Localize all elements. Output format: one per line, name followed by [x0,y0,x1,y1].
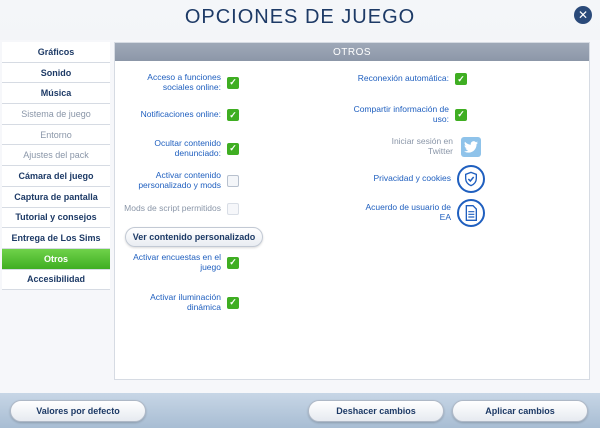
document-icon[interactable] [457,199,485,227]
close-button[interactable]: ✕ [574,6,592,24]
option-ea-agreement: Acuerdo de usuario de EA [349,199,485,227]
sidebar-item-sistema-de-juego: Sistema de juego [2,104,110,125]
option-script-mods: Mods de script permitidos [123,203,239,215]
script-mods-label: Mods de script permitidos [124,203,221,214]
sidebar-item-tutorial[interactable]: Tutorial y consejos [2,207,110,229]
sidebar-item-sonido[interactable]: Sonido [2,62,110,84]
sidebar-item-ajustes-del-pack: Ajustes del pack [2,145,110,167]
sidebar: Gráficos Sonido Música Sistema de juego … [2,42,110,291]
option-social: Acceso a funciones sociales online: ✓ [123,72,239,93]
close-icon: ✕ [577,8,589,22]
option-auto-reconnect: Reconexión automática: ✓ [349,73,467,85]
notifications-checkbox[interactable]: ✓ [227,109,239,121]
custom-content-checkbox[interactable] [227,174,239,187]
defaults-button[interactable]: Valores por defecto [10,400,146,422]
twitter-label: Iniciar sesión en Twitter [391,136,453,156]
dynamic-lighting-checkbox[interactable]: ✓ [227,296,239,309]
share-usage-checkbox[interactable]: ✓ [455,108,467,121]
option-surveys: Activar encuestas en el juego ✓ [123,252,239,273]
option-custom-content: Activar contenido personalizado y mods [123,170,239,191]
twitter-icon[interactable] [461,137,481,157]
sidebar-item-entrega[interactable]: Entrega de Los Sims [2,228,110,249]
sidebar-item-musica[interactable]: Música [2,83,110,105]
sidebar-item-accesibilidad[interactable]: Accesibilidad [2,269,110,291]
page-title: OPCIONES DE JUEGO [184,6,416,28]
social-checkbox[interactable]: ✓ [227,76,239,89]
undo-changes-button[interactable]: Deshacer cambios [308,400,444,422]
dynamic-lighting-label: Activar iluminación dinámica [150,292,221,312]
option-share-usage: Compartir información de uso: ✓ [349,104,467,125]
section-header: OTROS [115,43,589,61]
option-notifications: Notificaciones online: ✓ [123,109,239,121]
sidebar-item-otros[interactable]: Otros [2,248,110,270]
apply-changes-button[interactable]: Aplicar cambios [452,400,588,422]
auto-reconnect-label: Reconexión automática: [357,73,449,84]
share-usage-label: Compartir información de uso: [353,104,449,124]
social-label: Acceso a funciones sociales online: [147,72,221,92]
sidebar-item-graficos[interactable]: Gráficos [2,42,110,63]
shield-check-icon[interactable] [457,165,485,193]
surveys-label: Activar encuestas en el juego [133,252,221,272]
option-hide-reported: Ocultar contenido denunciado: ✓ [123,138,239,159]
content-area: OTROS Acceso a funciones sociales online… [114,42,590,380]
option-dynamic-lighting: Activar iluminación dinámica ✓ [123,292,239,313]
notifications-label: Notificaciones online: [140,109,221,120]
option-privacy: Privacidad y cookies [349,165,485,193]
ea-agreement-label: Acuerdo de usuario de EA [365,202,451,222]
sidebar-item-camara[interactable]: Cámara del juego [2,166,110,187]
script-mods-checkbox [227,203,239,215]
view-custom-content-button[interactable]: Ver contenido personalizado [125,227,263,247]
custom-content-label: Activar contenido personalizado y mods [138,170,221,190]
game-options-window: OPCIONES DE JUEGO ✕ Gráficos Sonido Músi… [0,0,600,428]
surveys-checkbox[interactable]: ✓ [227,256,239,269]
sidebar-item-captura[interactable]: Captura de pantalla [2,186,110,208]
hide-reported-checkbox[interactable]: ✓ [227,142,239,155]
auto-reconnect-checkbox[interactable]: ✓ [455,73,467,85]
option-twitter: Iniciar sesión en Twitter [349,136,481,157]
sidebar-item-entorno: Entorno [2,124,110,146]
privacy-label: Privacidad y cookies [373,173,451,184]
hide-reported-label: Ocultar contenido denunciado: [154,138,221,158]
